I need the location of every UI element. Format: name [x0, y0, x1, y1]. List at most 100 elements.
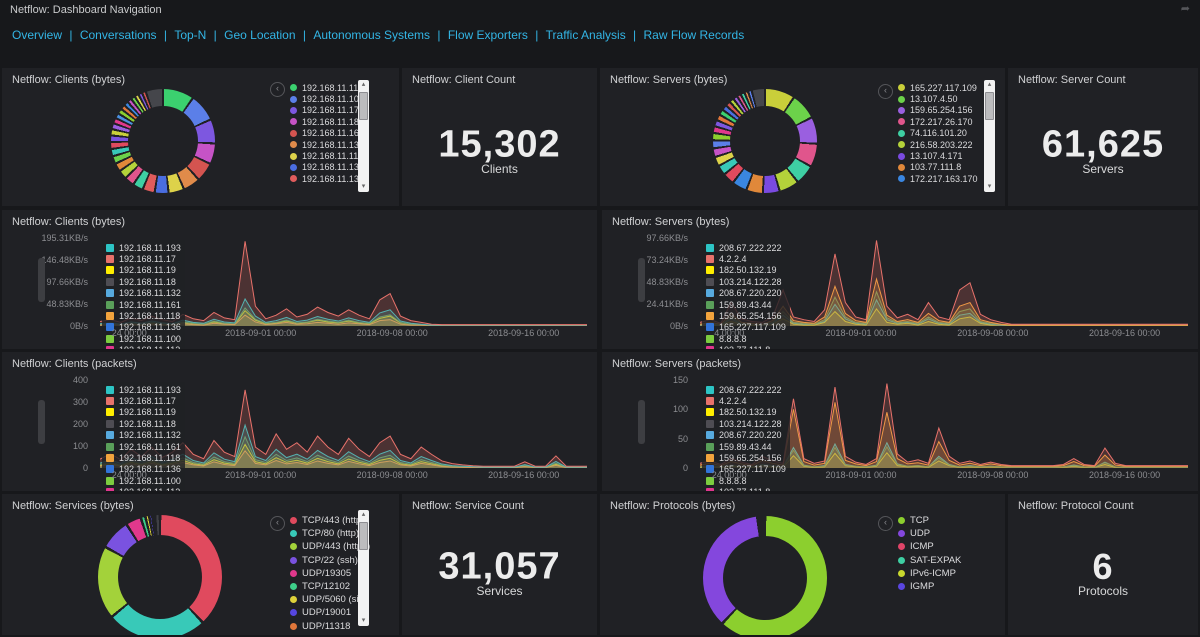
plot-area[interactable]: 192.168.11.193 192.168.11.17 192.168.11.19…: [100, 238, 587, 349]
legend-item[interactable]: 172.217.163.170: [898, 173, 978, 184]
share-icon[interactable]: ➦: [1181, 2, 1190, 15]
legend-item[interactable]: 103.77.111.8: [898, 162, 978, 173]
legend-item[interactable]: 192.168.11.137: [290, 139, 364, 150]
scroll-up-icon[interactable]: ▴: [358, 80, 369, 90]
scroll-down-icon[interactable]: ▾: [358, 182, 369, 192]
nav-link-flow-exporters[interactable]: Flow Exporters: [448, 28, 528, 42]
legend-item[interactable]: UDP: [898, 527, 961, 540]
legend-item[interactable]: 192.168.11.193: [106, 242, 181, 253]
plot-area[interactable]: 192.168.11.193 192.168.11.17 192.168.11.19…: [100, 380, 587, 491]
legend-item[interactable]: 192.168.11.161: [290, 128, 364, 139]
legend-collapse-icon[interactable]: ‹: [878, 516, 893, 531]
legend-label: 192.168.11.136: [302, 173, 364, 184]
scroll-down-icon[interactable]: ▾: [984, 182, 995, 192]
legend-swatch: [706, 488, 714, 491]
legend-item[interactable]: 103.77.111.8: [706, 345, 786, 349]
legend-item[interactable]: 103.214.122.28: [706, 276, 786, 287]
legend-item[interactable]: 192.168.11.118: [106, 310, 181, 321]
legend-item[interactable]: 192.168.11.112: [106, 487, 181, 491]
legend-collapse-icon[interactable]: ‹: [878, 84, 893, 99]
legend-item[interactable]: 192.168.11.18: [106, 418, 181, 429]
legend-scrollbar[interactable]: ▴ ▾: [358, 80, 369, 192]
legend-item[interactable]: 192.168.11.112: [290, 150, 364, 161]
legend-item[interactable]: 13.107.4.171: [898, 150, 978, 161]
scrollbar-thumb[interactable]: [359, 92, 368, 120]
legend-item[interactable]: 103.77.111.8: [706, 487, 786, 491]
legend-item[interactable]: IPv6-ICMP: [898, 567, 961, 580]
legend-item[interactable]: SAT-EXPAK: [898, 554, 961, 567]
legend-item[interactable]: 192.168.11.17: [290, 105, 364, 116]
graph-scrollbar[interactable]: [638, 258, 645, 302]
nav-link-top-n[interactable]: Top-N: [174, 28, 206, 42]
legend-scrollbar[interactable]: ▴ ▾: [358, 510, 369, 626]
legend-collapse-icon[interactable]: ‹: [270, 516, 285, 531]
legend-item[interactable]: 159.89.43.44: [706, 441, 786, 452]
nav-link-traffic-analysis[interactable]: Traffic Analysis: [546, 28, 626, 42]
legend-item[interactable]: 192.168.11.17: [106, 253, 181, 264]
legend-item[interactable]: 192.168.11.18: [290, 116, 364, 127]
scroll-up-icon[interactable]: ▴: [358, 510, 369, 520]
legend-item[interactable]: 208.67.222.222: [706, 242, 786, 253]
legend-item[interactable]: ICMP: [898, 540, 961, 553]
legend-item[interactable]: 208.67.220.220: [706, 288, 786, 299]
legend-item[interactable]: 192.168.11.19: [106, 265, 181, 276]
graph-scrollbar[interactable]: [38, 400, 45, 444]
legend-item[interactable]: 159.65.254.156: [898, 105, 978, 116]
legend-item[interactable]: 192.168.11.132: [106, 288, 181, 299]
legend-item[interactable]: 192.168.11.136: [290, 173, 364, 184]
legend-item[interactable]: 192.168.11.161: [106, 441, 181, 452]
legend-item[interactable]: 192.168.11.18: [106, 276, 181, 287]
legend-item[interactable]: 159.65.254.156: [706, 310, 786, 321]
legend-swatch: [106, 266, 114, 275]
legend-item[interactable]: 182.50.132.19: [706, 265, 786, 276]
plot-area[interactable]: 208.67.222.222 4.2.2.4 182.50.132.19 103.21…: [700, 238, 1188, 349]
protocols-donut[interactable]: [703, 516, 827, 635]
legend-item[interactable]: 192.168.11.132: [106, 430, 181, 441]
legend-swatch: [706, 431, 714, 440]
legend-item[interactable]: 208.67.222.222: [706, 384, 786, 395]
legend-item[interactable]: 165.227.117.109: [898, 82, 978, 93]
legend-scrollbar[interactable]: ▴ ▾: [984, 80, 995, 192]
legend-item[interactable]: TCP: [898, 514, 961, 527]
legend-item[interactable]: 103.214.122.28: [706, 418, 786, 429]
legend-item[interactable]: 192.168.11.118: [106, 452, 181, 463]
legend-collapse-icon[interactable]: ‹: [270, 82, 285, 97]
legend-item[interactable]: 4.2.2.4: [706, 253, 786, 264]
graph-scrollbar[interactable]: [638, 400, 645, 444]
legend-item[interactable]: 192.168.11.19: [106, 407, 181, 418]
scroll-up-icon[interactable]: ▴: [984, 80, 995, 90]
legend-item[interactable]: 192.168.11.132: [290, 162, 364, 173]
services-donut[interactable]: [98, 515, 222, 635]
legend-item[interactable]: 182.50.132.19: [706, 407, 786, 418]
nav-link-autonomous-systems[interactable]: Autonomous Systems: [313, 28, 430, 42]
legend-item[interactable]: 172.217.26.170: [898, 116, 978, 127]
legend-item[interactable]: 208.67.220.220: [706, 430, 786, 441]
panel-servers-bytes-pie: Netflow: Servers (bytes) ‹ 165.227.117.1…: [600, 68, 1005, 206]
legend-item[interactable]: 192.168.11.119: [290, 82, 364, 93]
scrollbar-thumb[interactable]: [359, 522, 368, 550]
nav-link-geo-location[interactable]: Geo Location: [224, 28, 295, 42]
legend-item[interactable]: 192.168.11.161: [106, 299, 181, 310]
legend-item[interactable]: 192.168.11.112: [106, 345, 181, 349]
legend-item[interactable]: 192.168.11.100: [290, 93, 364, 104]
scrollbar-thumb[interactable]: [985, 92, 994, 120]
legend-item[interactable]: 159.65.254.156: [706, 452, 786, 463]
nav-link-conversations[interactable]: Conversations: [80, 28, 157, 42]
clients-bytes-donut[interactable]: [111, 89, 215, 193]
scroll-down-icon[interactable]: ▾: [358, 616, 369, 626]
legend-item[interactable]: IGMP: [898, 580, 961, 593]
legend-swatch: [290, 175, 297, 183]
y-tick-label: 0B/s: [69, 321, 88, 331]
legend-item[interactable]: 4.2.2.4: [706, 395, 786, 406]
legend-item[interactable]: 192.168.11.193: [106, 384, 181, 395]
legend-item[interactable]: 159.89.43.44: [706, 299, 786, 310]
servers-bytes-donut[interactable]: [713, 89, 817, 193]
legend-item[interactable]: 216.58.203.222: [898, 139, 978, 150]
nav-link-raw-flow-records[interactable]: Raw Flow Records: [644, 28, 745, 42]
nav-link-overview[interactable]: Overview: [12, 28, 62, 42]
legend-item[interactable]: 13.107.4.50: [898, 93, 978, 104]
legend-item[interactable]: 74.116.101.20: [898, 128, 978, 139]
legend-item[interactable]: 192.168.11.17: [106, 395, 181, 406]
graph-scrollbar[interactable]: [38, 258, 45, 302]
plot-area[interactable]: 208.67.222.222 4.2.2.4 182.50.132.19 103.21…: [700, 380, 1188, 491]
